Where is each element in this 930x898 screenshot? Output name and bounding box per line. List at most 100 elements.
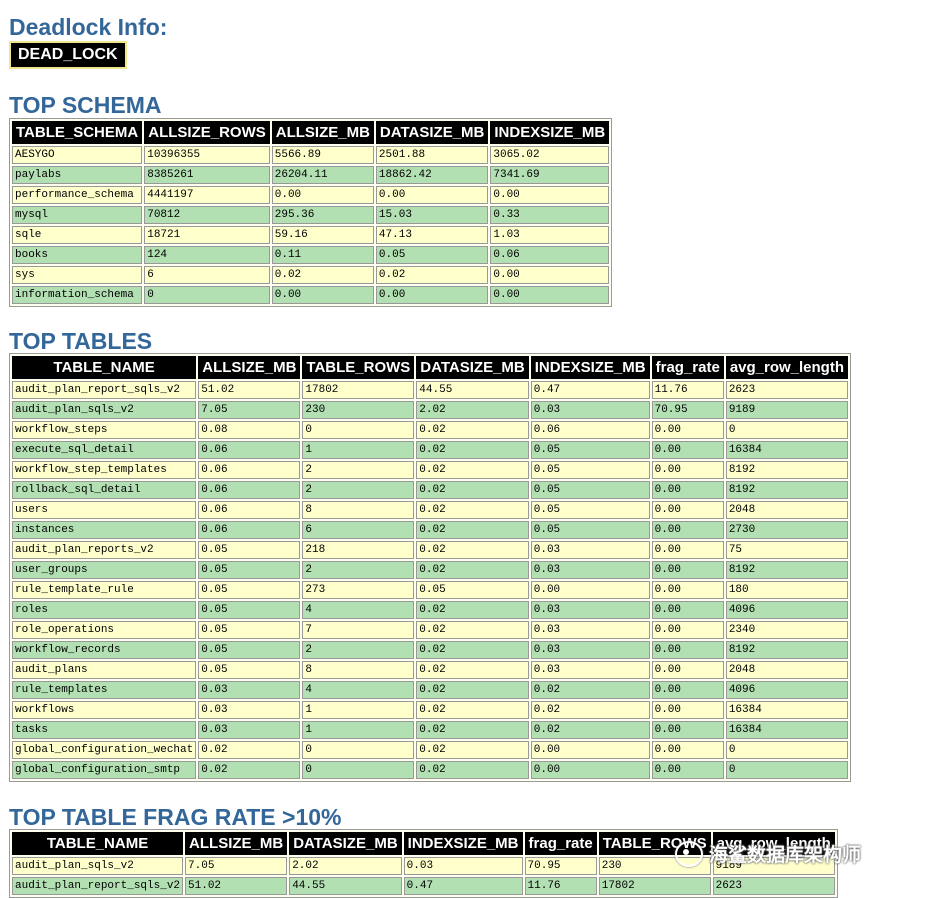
- column-header: INDEXSIZE_MB: [403, 832, 523, 855]
- table-row: AESYGO 10396355 5566.89 2501.88 3065.02: [12, 146, 610, 164]
- table-cell: 0.02: [530, 681, 650, 699]
- table-cell: 7.05: [198, 401, 301, 419]
- table-cell: 0: [725, 421, 849, 439]
- table-cell: 0.06: [530, 421, 650, 439]
- table-cell: 0: [302, 741, 415, 759]
- table-row: audit_plan_sqls_v2 7.05 2.02 0.03 70.95 230 91…: [12, 857, 835, 875]
- frag-rate-table: TABLE_NAME ALLSIZE_MB DATASIZE_MB INDEXSIZE…: [9, 829, 838, 898]
- table-cell: 0.00: [651, 541, 724, 559]
- table-row: paylabs 8385261 26204.11 18862.42 7341.69: [12, 166, 610, 184]
- table-row: global_configuration_smtp 0.02 0 0.02 0.00 0.…: [12, 761, 849, 779]
- table-cell: 0.00: [651, 581, 724, 599]
- deadlock-heading: Deadlock Info:: [9, 14, 168, 40]
- top-tables-heading: TOP TABLES: [9, 328, 153, 354]
- table-cell: 0.05: [530, 461, 650, 479]
- table-cell: 8192: [725, 481, 849, 499]
- table-cell: 0.06: [198, 481, 301, 499]
- table-cell: 0.00: [651, 721, 724, 739]
- top-tables-table: TABLE_NAME ALLSIZE_MB TABLE_ROWS DATASIZE_M…: [9, 353, 852, 782]
- table-cell: 2730: [725, 521, 849, 539]
- table-cell: AESYGO: [12, 146, 143, 164]
- table-header-row: TABLE_NAME ALLSIZE_MB DATASIZE_MB INDEXSIZE…: [12, 832, 835, 855]
- table-row: rule_template_rule 0.05 273 0.05 0.00 0.00 180: [12, 581, 849, 599]
- table-cell: audit_plan_report_sqls_v2: [12, 877, 184, 895]
- table-cell: execute_sql_detail: [12, 441, 197, 459]
- table-cell: 2: [302, 641, 415, 659]
- table-cell: 0.00: [651, 501, 724, 519]
- table-cell: 8385261: [144, 166, 270, 184]
- table-cell: 0.06: [198, 501, 301, 519]
- table-cell: 0.05: [530, 481, 650, 499]
- table-cell: 124: [144, 246, 270, 264]
- table-cell: 0.02: [416, 601, 529, 619]
- table-cell: 1.03: [490, 226, 610, 244]
- table-cell: 0.00: [651, 741, 724, 759]
- table-cell: 0.00: [651, 561, 724, 579]
- table-cell: 0.02: [416, 721, 529, 739]
- column-header: INDEXSIZE_MB: [490, 121, 610, 144]
- table-cell: 0.00: [651, 761, 724, 779]
- table-row: rule_templates 0.03 4 0.02 0.02 0.00 4096: [12, 681, 849, 699]
- table-cell: 0.00: [271, 186, 374, 204]
- table-cell: 2.02: [289, 857, 402, 875]
- table-cell: 1: [302, 441, 415, 459]
- table-cell: 230: [598, 857, 711, 875]
- table-cell: 0: [302, 421, 415, 439]
- table-cell: 0.05: [375, 246, 489, 264]
- table-cell: 0.00: [271, 286, 374, 304]
- table-cell: 8192: [725, 561, 849, 579]
- table-cell: 218: [302, 541, 415, 559]
- table-cell: 0.00: [651, 641, 724, 659]
- table-cell: 0.02: [416, 681, 529, 699]
- table-cell: 4: [302, 601, 415, 619]
- table-cell: 16384: [725, 721, 849, 739]
- table-cell: audit_plan_report_sqls_v2: [12, 381, 197, 399]
- table-cell: audit_plan_sqls_v2: [12, 857, 184, 875]
- column-header: TABLE_ROWS: [598, 832, 711, 855]
- table-cell: 0.02: [416, 541, 529, 559]
- table-cell: rule_template_rule: [12, 581, 197, 599]
- table-cell: 70812: [144, 206, 270, 224]
- table-cell: 0.47: [403, 877, 523, 895]
- table-cell: 0.03: [530, 601, 650, 619]
- table-cell: 2: [302, 461, 415, 479]
- table-cell: 0.00: [651, 601, 724, 619]
- table-cell: workflow_steps: [12, 421, 197, 439]
- table-row: execute_sql_detail 0.06 1 0.02 0.05 0.00 16384: [12, 441, 849, 459]
- table-cell: 0.02: [271, 266, 374, 284]
- table-cell: 26204.11: [271, 166, 374, 184]
- table-cell: 0.00: [375, 186, 489, 204]
- table-cell: 7: [302, 621, 415, 639]
- table-cell: 15.03: [375, 206, 489, 224]
- table-cell: 10396355: [144, 146, 270, 164]
- table-cell: 0.00: [651, 661, 724, 679]
- table-cell: global_configuration_smtp: [12, 761, 197, 779]
- table-cell: 0.06: [198, 441, 301, 459]
- column-header: ALLSIZE_MB: [271, 121, 374, 144]
- table-row: tasks 0.03 1 0.02 0.02 0.00 16384: [12, 721, 849, 739]
- table-cell: 7341.69: [490, 166, 610, 184]
- table-cell: rule_templates: [12, 681, 197, 699]
- table-row: users 0.06 8 0.02 0.05 0.00 2048: [12, 501, 849, 519]
- table-cell: 2: [302, 481, 415, 499]
- table-cell: 0.00: [651, 701, 724, 719]
- table-row: mysql 70812 295.36 15.03 0.33: [12, 206, 610, 224]
- table-cell: 2.02: [416, 401, 529, 419]
- table-cell: 11.76: [524, 877, 597, 895]
- table-cell: 8192: [725, 461, 849, 479]
- table-cell: 0.00: [490, 286, 610, 304]
- table-cell: 0.00: [530, 741, 650, 759]
- table-cell: 0.03: [530, 561, 650, 579]
- table-cell: 0.03: [530, 401, 650, 419]
- column-header: TABLE_SCHEMA: [12, 121, 143, 144]
- column-header: TABLE_NAME: [12, 356, 197, 379]
- table-row: global_configuration_wechat 0.02 0 0.02 0.00…: [12, 741, 849, 759]
- table-cell: 0.02: [416, 661, 529, 679]
- table-row: audit_plan_sqls_v2 7.05 230 2.02 0.03 70.95 91…: [12, 401, 849, 419]
- table-cell: 8: [302, 661, 415, 679]
- table-cell: 1: [302, 701, 415, 719]
- table-cell: 0.06: [198, 461, 301, 479]
- table-cell: 0.00: [490, 186, 610, 204]
- table-cell: 44.55: [289, 877, 402, 895]
- table-row: sys 6 0.02 0.02 0.00: [12, 266, 610, 284]
